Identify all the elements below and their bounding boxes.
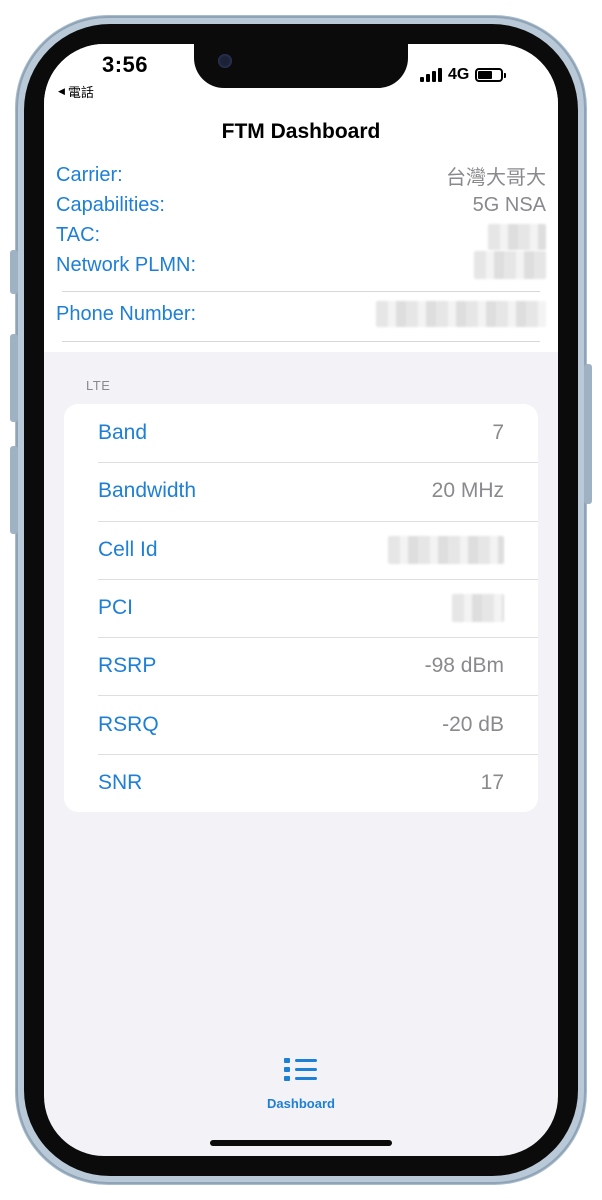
tac-label: TAC: (56, 223, 101, 246)
row-value: 7 (492, 421, 504, 445)
tab-dashboard-label: Dashboard (267, 1096, 335, 1111)
carrier-value: 台灣大哥大 (446, 166, 546, 189)
back-to-app-link[interactable]: ◀ 電話 (58, 82, 94, 101)
silent-switch (10, 250, 18, 294)
lte-section-header: LTE (86, 378, 111, 393)
phone-number-row: Phone Number: (56, 299, 546, 329)
lte-row-pci: PCI (64, 578, 538, 637)
row-value: 20 MHz (431, 479, 504, 503)
tac-row: TAC: (56, 220, 546, 250)
capabilities-row: Capabilities: 5G NSA (56, 190, 546, 220)
status-time: 3:56 (102, 52, 149, 77)
status-indicators: 4G (420, 66, 507, 84)
lte-card: Band 7 Bandwidth 20 MHz Cell Id PCI RSRP… (64, 404, 538, 812)
row-label: Band (98, 421, 148, 445)
plmn-label: Network PLMN: (56, 253, 197, 276)
back-app-label: 電話 (67, 85, 94, 100)
lte-row-band: Band 7 (64, 404, 538, 462)
phone-number-label: Phone Number: (56, 302, 197, 325)
volume-down-button (10, 446, 18, 534)
plmn-value-redacted (474, 251, 546, 279)
home-indicator[interactable] (210, 1140, 392, 1146)
signal-strength-icon (420, 68, 442, 82)
info-divider-bottom (62, 341, 540, 342)
lte-row-rsrq: RSRQ -20 dB (64, 695, 538, 753)
tab-dashboard[interactable]: Dashboard (44, 1056, 558, 1111)
carrier-row: Carrier: 台灣大哥大 (56, 160, 546, 190)
capabilities-value: 5G NSA (472, 193, 546, 216)
lte-row-snr: SNR 17 (64, 753, 538, 812)
row-label: Cell Id (98, 537, 158, 561)
carrier-label: Carrier: (56, 163, 123, 186)
front-camera (218, 54, 232, 68)
phone-number-redacted (376, 301, 546, 327)
battery-icon (475, 68, 507, 82)
back-triangle-icon: ◀ (58, 86, 65, 96)
row-label: SNR (98, 770, 143, 794)
power-button (584, 364, 592, 504)
page-title: FTM Dashboard (221, 120, 381, 143)
row-label: RSRQ (98, 712, 159, 736)
info-divider-top (62, 291, 540, 292)
plmn-row: Network PLMN: (56, 250, 546, 280)
screen: 3:56 ◀ 電話 4G FTM Dashboard Carrier: 台灣大哥… (44, 44, 558, 1156)
tac-value-redacted (488, 224, 546, 250)
lte-row-cell-id: Cell Id (64, 520, 538, 579)
row-value: 17 (480, 770, 504, 794)
row-label: Bandwidth (98, 479, 197, 503)
row-value: -20 dB (442, 712, 504, 736)
list-bullet-icon (284, 1056, 318, 1082)
row-value: -98 dBm (424, 654, 504, 678)
lte-row-bandwidth: Bandwidth 20 MHz (64, 462, 538, 520)
row-label: RSRP (98, 654, 157, 678)
lte-row-rsrp: RSRP -98 dBm (64, 637, 538, 695)
volume-up-button (10, 334, 18, 422)
pci-redacted (452, 594, 504, 623)
info-section: 3:56 ◀ 電話 4G FTM Dashboard Carrier: 台灣大哥… (44, 44, 558, 352)
cell-id-redacted (388, 535, 504, 564)
capabilities-label: Capabilities: (56, 193, 165, 216)
network-type: 4G (448, 66, 470, 83)
row-label: PCI (98, 596, 134, 620)
notch (194, 44, 408, 88)
